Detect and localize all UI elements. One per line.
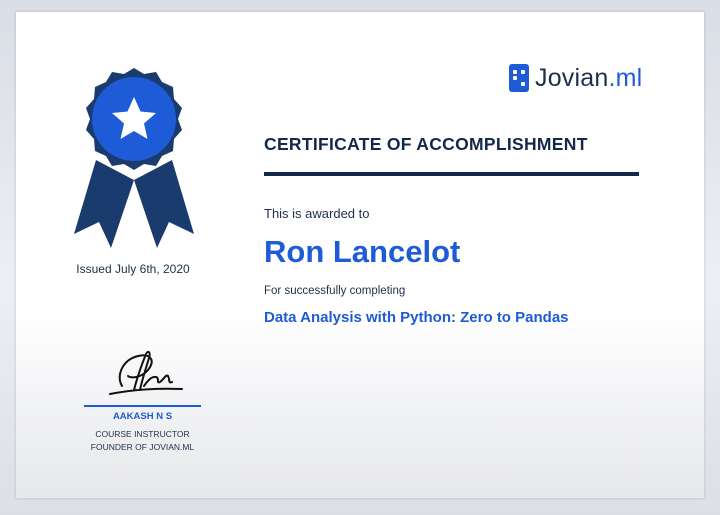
logo-name: Jovian bbox=[535, 63, 609, 92]
jovian-logo-icon bbox=[509, 64, 529, 92]
heading-divider bbox=[264, 172, 639, 176]
certificate-heading: CERTIFICATE OF ACCOMPLISHMENT bbox=[264, 134, 588, 154]
jovian-logo: Jovian.ml bbox=[509, 62, 642, 94]
award-ribbon-icon bbox=[74, 68, 194, 248]
course-title: Data Analysis with Python: Zero to Panda… bbox=[264, 309, 569, 326]
signatory-title: COURSE INSTRUCTOR FOUNDER OF JOVIAN.ML bbox=[74, 428, 211, 454]
completing-label: For successfully completing bbox=[264, 285, 406, 297]
signature-line bbox=[84, 405, 201, 407]
signature bbox=[109, 350, 183, 395]
recipient-name: Ron Lancelot bbox=[264, 234, 461, 269]
logo-suffix: .ml bbox=[608, 63, 643, 92]
issued-date: Issued July 6th, 2020 bbox=[76, 262, 190, 276]
logo-text: Jovian.ml bbox=[535, 64, 642, 93]
signatory-role: COURSE INSTRUCTOR bbox=[95, 429, 190, 439]
signatory-role-secondary: FOUNDER OF JOVIAN.ML bbox=[90, 442, 195, 452]
awarded-to-label: This is awarded to bbox=[264, 206, 370, 221]
signatory-name: AAKASH N S bbox=[112, 411, 173, 422]
